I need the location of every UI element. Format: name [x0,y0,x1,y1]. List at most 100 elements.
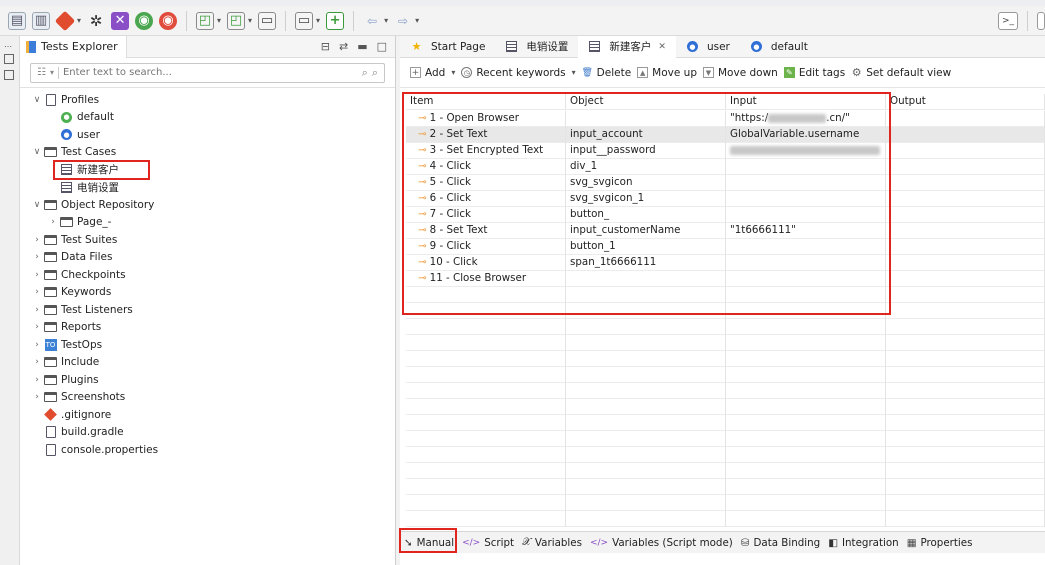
tree-item[interactable]: › Include [20,354,395,372]
step-input-cell[interactable]: "https:/ .cn/" [726,111,886,127]
record-web-icon[interactable]: ◉ [159,11,178,30]
spy-web-icon[interactable]: ◉ [135,11,154,30]
tree-item[interactable]: › Data Files [20,249,395,267]
back-arrow-icon[interactable]: ⇦ [363,12,381,30]
tree-item[interactable]: › TO TestOps [20,336,395,354]
panel-icon[interactable] [4,70,14,80]
move-up-button[interactable]: ▲ Move up [637,67,697,79]
chevron-right-icon[interactable]: › [32,287,42,297]
set-default-view-button[interactable]: ⚙ Set default view [851,66,951,79]
desktop-spy-icon[interactable]: ▭ [258,11,277,30]
chevron-down-icon[interactable]: ▾ [217,16,221,25]
bottom-tab-manual[interactable]: ➘ Manual [404,537,454,549]
tree-item[interactable]: › Reports [20,319,395,337]
chevron-down-icon[interactable]: ▾ [572,68,576,77]
chevron-right-icon[interactable]: › [32,270,42,280]
tree-item[interactable]: › Plugins [20,371,395,389]
step-input-cell[interactable] [726,207,886,223]
chevron-down-icon[interactable]: ∨ [32,95,42,105]
editor-tab[interactable]: ● default [740,36,818,58]
table-row[interactable]: ⊸ 2 - Set Text input_account GlobalVariable… [406,127,1045,143]
run-icon[interactable]: + [326,11,345,30]
step-input-cell[interactable] [726,159,886,175]
search-input[interactable] [62,67,358,78]
tree-item[interactable]: .gitignore [20,406,395,424]
perspective-icon[interactable] [1037,11,1045,30]
chevron-right-icon[interactable]: › [48,217,58,227]
add-button[interactable]: + Add [410,67,445,79]
editor-tab[interactable]: ★ Start Page [400,36,495,58]
step-input-cell[interactable] [726,175,886,191]
chevron-right-icon[interactable]: › [32,375,42,385]
chevron-down-icon[interactable]: ▾ [248,16,252,25]
chevron-right-icon[interactable]: › [32,357,42,367]
bottom-tab-variables[interactable]: 𝒳 Variables [522,536,582,549]
tree-item[interactable]: build.gradle [20,424,395,442]
table-row[interactable]: ⊸ 7 - Click button_ [406,207,1045,223]
step-input-cell[interactable] [726,255,886,271]
step-input-cell[interactable] [726,191,886,207]
tree-item[interactable]: › Checkpoints [20,266,395,284]
tree-item[interactable]: ∨ Profiles [20,91,395,109]
bottom-tab-integration[interactable]: ◧ Integration [828,537,898,549]
step-input-cell[interactable]: GlobalVariable.username [726,127,886,143]
table-row[interactable]: ⊸ 9 - Click button_1 [406,239,1045,255]
table-row[interactable]: ⊸ 6 - Click svg_svgicon_1 [406,191,1045,207]
tree-item[interactable]: console.properties [20,441,395,459]
maximize-icon[interactable]: □ [377,40,387,53]
step-input-cell[interactable] [726,143,886,159]
chevron-down-icon[interactable]: ▾ [50,68,54,77]
chevron-down-icon[interactable]: ▾ [415,16,419,25]
step-input-cell[interactable] [726,271,886,287]
tree-item[interactable]: 电销设置 [20,179,395,197]
spy-mobile-icon[interactable]: ◰ [196,11,215,30]
editor-tab[interactable]: 电销设置 [495,36,578,58]
close-icon[interactable]: ✕ [658,42,666,52]
table-row[interactable]: ⊸ 3 - Set Encrypted Text input__password [406,143,1045,159]
save-icon[interactable]: ▤ [8,11,26,30]
move-down-button[interactable]: ▼ Move down [703,67,778,79]
editor-tab[interactable]: 新建客户 ✕ [578,35,676,58]
tree-item[interactable]: › Page_- [20,214,395,232]
record-mobile-icon[interactable]: ◰ [227,11,246,30]
table-row[interactable]: ⊸ 10 - Click span_1t6666111 [406,255,1045,271]
bottom-tab-data-binding[interactable]: ⛁ Data Binding [741,537,820,549]
chevron-down-icon[interactable]: ∨ [32,147,42,157]
table-row[interactable]: ⊸ 4 - Click div_1 [406,159,1045,175]
bottom-tab-properties[interactable]: ▦ Properties [907,537,973,549]
chevron-down-icon[interactable]: ▾ [384,16,388,25]
chevron-down-icon[interactable]: ▾ [77,16,81,25]
tree-item[interactable]: ● user [20,126,395,144]
chevron-right-icon[interactable]: › [32,322,42,332]
filter-icon[interactable]: ☷ [37,67,46,78]
table-row[interactable]: ⊸ 5 - Click svg_svgicon [406,175,1045,191]
chevron-right-icon[interactable]: › [32,392,42,402]
advanced-search-icon[interactable]: ⌕ [372,66,378,80]
recent-keywords-button[interactable]: ◷ Recent keywords [461,67,566,79]
chevron-down-icon[interactable]: ▾ [451,68,455,77]
search-icon[interactable]: ⌕ [362,66,368,80]
link-editor-icon[interactable]: ⇄ [339,40,348,53]
edit-tags-button[interactable]: ✎ Edit tags [783,67,845,79]
git-icon[interactable] [54,10,76,31]
tree-item[interactable]: › Test Suites [20,231,395,249]
mobile-icon[interactable]: ✕ [111,11,130,30]
tree-item[interactable]: › Keywords [20,284,395,302]
step-input-cell[interactable] [726,239,886,255]
panel-icon[interactable] [4,54,14,64]
forward-arrow-icon[interactable]: ⇨ [394,12,412,30]
chevron-right-icon[interactable]: › [32,252,42,262]
tree-item[interactable]: › Test Listeners [20,301,395,319]
bottom-tab-script[interactable]: </> Script [462,537,514,549]
bottom-tab-variables-script-mode[interactable]: </> Variables (Script mode) [590,537,733,549]
terminal-icon[interactable]: >_ [998,11,1018,30]
tree-item[interactable]: › Screenshots [20,389,395,407]
collapse-all-icon[interactable]: ⊟ [321,40,330,53]
more-icon[interactable]: ⋯ [4,42,12,51]
tree-item[interactable]: ● default [20,109,395,127]
table-row[interactable]: ⊸ 1 - Open Browser "https:/ .cn/" [406,111,1045,127]
desktop-record-icon[interactable]: ▭ [295,11,314,30]
delete-button[interactable]: 🗑 Delete [581,67,631,79]
chevron-right-icon[interactable]: › [32,305,42,315]
step-input-cell[interactable]: "1t6666111" [726,223,886,239]
